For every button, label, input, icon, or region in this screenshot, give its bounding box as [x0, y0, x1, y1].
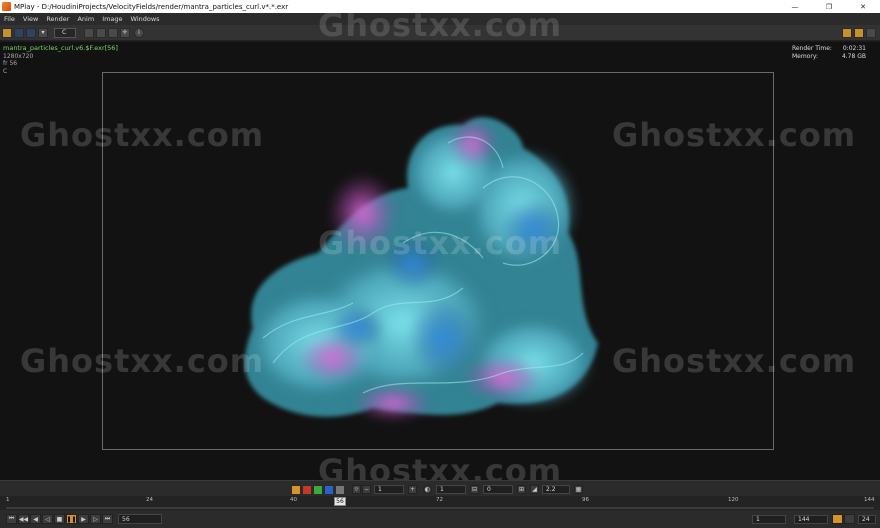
grid-settings-icon[interactable]: ▦	[574, 485, 583, 494]
frame-range: 1 144 24	[752, 514, 876, 524]
zoom-icon[interactable]	[84, 27, 94, 38]
maximize-button[interactable]: ❐	[812, 0, 846, 13]
go-to-start-button[interactable]: ⏮	[6, 514, 17, 524]
green-channel-toggle[interactable]	[314, 485, 322, 494]
contrast-icon[interactable]: ◐	[423, 485, 432, 494]
window-title: MPlay - D:/HoudiniProjects/VelocityField…	[14, 2, 289, 11]
next-frame-button[interactable]: ▷	[90, 514, 101, 524]
layout-grid-icon[interactable]	[854, 28, 864, 38]
watermark-text: Ghostxx.com	[318, 6, 563, 44]
go-to-end-button[interactable]: ⏭	[102, 514, 113, 524]
flipbook-icon[interactable]	[26, 27, 36, 38]
red-channel-toggle[interactable]	[303, 485, 311, 494]
gamma-field[interactable]: 2.2	[542, 485, 570, 494]
menu-view[interactable]: View	[19, 15, 42, 23]
channel-select[interactable]: C	[54, 27, 76, 38]
tick-label: 120	[728, 497, 739, 503]
layout-options-icon[interactable]	[866, 28, 876, 38]
range-start-field[interactable]: 1	[752, 514, 786, 524]
hand-icon[interactable]	[108, 27, 118, 38]
brightness-field[interactable]: 1	[436, 485, 466, 494]
offset-field[interactable]: 0	[483, 485, 513, 494]
menu-anim[interactable]: Anim	[73, 15, 98, 23]
render-time-label: Render Time:	[791, 45, 832, 52]
mplay-app-icon	[2, 2, 11, 11]
exposure-field[interactable]: 1	[374, 485, 404, 494]
minimize-button[interactable]: —	[778, 0, 812, 13]
realtime-toggle[interactable]	[832, 514, 843, 524]
memory-value: 4.78 GB	[841, 52, 866, 60]
timeline-bar[interactable]: 1 24 40 72 96 120 144 56	[0, 496, 880, 510]
view-mode-button[interactable]	[2, 27, 12, 38]
play-button[interactable]: ▶	[78, 514, 89, 524]
tick-label: 40	[290, 497, 297, 503]
pause-button[interactable]: ❚❚	[66, 514, 77, 524]
plus-icon[interactable]: +	[408, 485, 417, 494]
menu-windows[interactable]: Windows	[127, 15, 164, 23]
tick-label: 1	[6, 497, 10, 503]
watermark-text: Ghostxx.com	[318, 224, 563, 262]
offset-icon[interactable]: ⊟	[470, 485, 479, 494]
range-end-field[interactable]: 144	[794, 514, 828, 524]
color-correct-toggle[interactable]	[292, 485, 300, 494]
tick-label: 24	[146, 497, 153, 503]
prev-frame-button[interactable]: ◀	[30, 514, 41, 524]
image-info: mantra_particles_curl.v6.$F.exr[56] 1280…	[3, 44, 118, 75]
image-viewport[interactable]: mantra_particles_curl.v6.$F.exr[56] 1280…	[0, 6, 880, 490]
menu-file[interactable]: File	[0, 15, 19, 23]
transport-buttons: ⏮ ◀◀ ◀ ◁ ■ ❚❚ ▶ ▷ ⏭ 56	[6, 514, 162, 524]
minus-icon[interactable]: −	[362, 485, 371, 494]
play-reverse-button[interactable]: ◁	[42, 514, 53, 524]
watermark-text: Ghostxx.com	[20, 342, 265, 380]
menu-render[interactable]: Render	[42, 15, 73, 23]
frame-input[interactable]: 56	[118, 514, 162, 524]
layout-single-icon[interactable]	[842, 28, 852, 38]
image-filename: mantra_particles_curl.v6.$F.exr[56]	[3, 44, 118, 52]
alpha-channel-toggle[interactable]	[336, 485, 344, 494]
playback-controls: ☼ − 1 + ◐ 1 ⊟ 0 ⊞ ◢ 2.2 ▦ 1 24 40 72 96 …	[0, 480, 880, 528]
memory-label: Memory:	[791, 52, 818, 60]
close-button[interactable]: ✕	[846, 0, 880, 13]
render-time-value: 0:02:31	[842, 45, 866, 52]
tick-label: 144	[864, 497, 875, 503]
tick-label: 96	[582, 497, 589, 503]
watermark-text: Ghostxx.com	[20, 116, 265, 154]
frame-label: fr 56	[3, 60, 18, 67]
loop-toggle[interactable]	[844, 514, 855, 524]
dropdown-arrow-icon[interactable]: ▾	[38, 27, 48, 38]
exposure-icon[interactable]: ☼	[352, 485, 361, 494]
image-resolution: 1280x720	[3, 52, 34, 60]
crosshair-icon[interactable]: ✛	[120, 27, 130, 38]
stop-button[interactable]: ■	[54, 514, 65, 524]
image-adjust-row: ☼ − 1 + ◐ 1 ⊟ 0 ⊞ ◢ 2.2 ▦	[292, 484, 584, 495]
menu-image[interactable]: Image	[98, 15, 126, 23]
current-frame-marker[interactable]: 56	[334, 497, 346, 506]
tick-label: 72	[436, 497, 443, 503]
watermark-text: Ghostxx.com	[612, 116, 857, 154]
render-stats: Render Time: 0:02:31 Memory: 4.78 GB	[792, 45, 866, 60]
gamma-icon[interactable]: ◢	[530, 485, 539, 494]
display-mode-icon[interactable]	[14, 27, 24, 38]
lut-icon[interactable]: ⊞	[517, 485, 526, 494]
blue-channel-toggle[interactable]	[325, 485, 333, 494]
channel-label: C	[3, 67, 8, 75]
watermark-text: Ghostxx.com	[612, 342, 857, 380]
step-back-button[interactable]: ◀◀	[18, 514, 29, 524]
pan-icon[interactable]	[96, 27, 106, 38]
fps-field[interactable]: 24	[858, 514, 876, 524]
info-icon[interactable]: i	[134, 27, 144, 38]
